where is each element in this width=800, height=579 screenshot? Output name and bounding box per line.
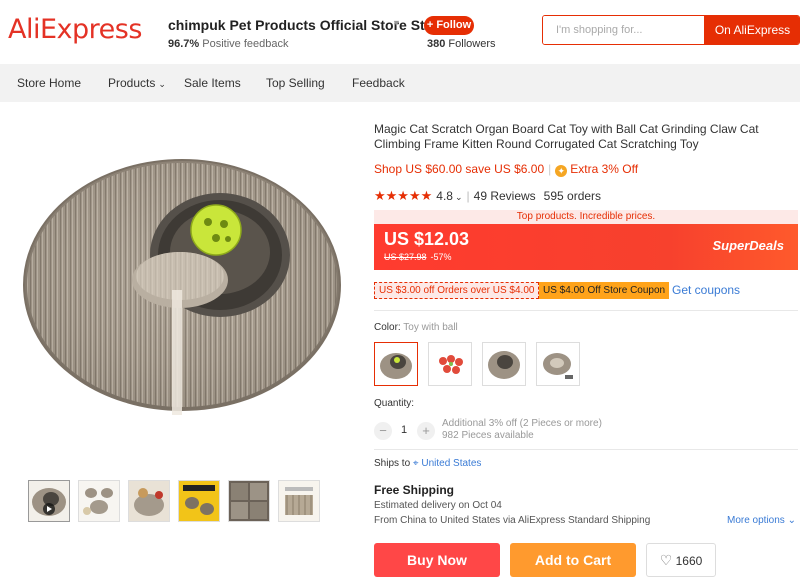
star-rating-icon: ★★★★★	[374, 188, 433, 203]
original-price: US $27.98 -57%	[384, 252, 452, 262]
chevron-down-icon[interactable]: ⌄	[455, 192, 463, 202]
coupon-store[interactable]: US $4.00 Off Store Coupon	[539, 282, 670, 299]
aliexpress-logo[interactable]: AliExpress	[8, 14, 142, 45]
search-button[interactable]: On AliExpress	[704, 16, 799, 44]
thumbnail-image-icon	[229, 481, 269, 521]
wishlist-button[interactable]: ♡ 1660	[646, 543, 716, 577]
get-coupons-link[interactable]: Get coupons	[672, 283, 740, 297]
thumbnail-image-icon	[79, 481, 119, 521]
color-value: Toy with ball	[403, 322, 458, 333]
feedback-percent: 96.7%	[168, 38, 200, 50]
promo-divider: |	[548, 162, 552, 176]
thumbnail-image-icon	[129, 481, 169, 521]
location-pin-icon: ⌖	[412, 458, 419, 469]
followers-count: 380 Followers	[427, 38, 496, 50]
store-nav: Store Home Products ⌄ Sale Items Top Sell…	[0, 64, 800, 102]
quantity-label: Quantity:	[374, 398, 415, 409]
thumbnail-5[interactable]	[228, 480, 270, 522]
discount-percent: -57%	[430, 252, 452, 262]
store-feedback: 96.7% Positive feedback	[168, 38, 288, 50]
price-banner: US $12.03 US $27.98 -57% SuperDeals	[374, 224, 798, 270]
thumbnail-3[interactable]	[128, 480, 170, 522]
video-thumbnail-icon	[32, 488, 66, 516]
quantity-value[interactable]: 1	[401, 424, 407, 436]
divider	[374, 449, 798, 450]
wishlist-count: 1660	[675, 554, 703, 568]
ships-to-label: Ships to	[374, 458, 411, 469]
thumbnail-video[interactable]	[28, 480, 70, 522]
promo-text: Shop US $60.00 save US $6.00	[374, 162, 545, 176]
orders-count: 595 orders	[543, 189, 602, 203]
quantity-additional-off: Additional 3% off (2 Pieces or more)	[442, 418, 602, 429]
superdeals-badge: SuperDeals	[712, 238, 784, 253]
estimated-delivery: Estimated delivery on Oct 04	[374, 500, 502, 511]
reviews-count[interactable]: 49 Reviews	[474, 189, 536, 203]
quantity-decrease-button[interactable]: −	[374, 422, 392, 440]
product-title: Magic Cat Scratch Organ Board Cat Toy wi…	[374, 122, 759, 151]
color-label: Color: Toy with ball	[374, 322, 458, 333]
store-promo[interactable]: Shop US $60.00 save US $6.00 | ✦ Extra 3% O…	[374, 162, 638, 177]
thumbnail-6[interactable]	[278, 480, 320, 522]
nav-item-products-label: Products	[108, 76, 156, 90]
nav-item-products[interactable]: Products ⌄	[108, 76, 166, 90]
follow-button[interactable]: + Follow	[424, 16, 474, 35]
rating-summary: ★★★★★ 4.8 ⌄ | 49 Reviews 595 orders	[374, 188, 601, 204]
deal-tagline: Top products. Incredible prices.	[374, 210, 798, 224]
chevron-down-icon: ⌄	[787, 515, 796, 526]
ships-to-location[interactable]: United States	[421, 458, 481, 469]
product-main-image[interactable]	[20, 140, 350, 430]
search-input[interactable]	[543, 16, 703, 44]
rating-value[interactable]: 4.8	[436, 189, 453, 203]
old-price: US $27.98	[384, 252, 427, 262]
swatch-image-icon	[488, 351, 520, 379]
nav-item-top-selling[interactable]: Top Selling	[266, 76, 325, 90]
followers-number: 380	[427, 38, 446, 50]
store-name[interactable]: chimpuk Pet Products Official Store Sto.…	[168, 17, 445, 33]
thumbnail-2[interactable]	[78, 480, 120, 522]
quantity-increase-button[interactable]: +	[417, 422, 435, 440]
thumbnail-4[interactable]	[178, 480, 220, 522]
site-header: AliExpress chimpuk Pet Products Official…	[0, 0, 800, 64]
nav-item-feedback[interactable]: Feedback	[352, 76, 405, 90]
current-price: US $12.03	[384, 229, 470, 249]
thumbnail-image-icon	[179, 481, 219, 521]
swatch-image-icon	[380, 353, 412, 379]
color-swatch-toy-with-ball[interactable]	[374, 342, 418, 386]
chevron-down-icon[interactable]: ▼	[392, 18, 401, 28]
swatch-image-icon	[543, 353, 573, 379]
add-to-cart-button[interactable]: Add to Cart	[510, 543, 636, 577]
pieces-available: 982 Pieces available	[442, 430, 534, 441]
search-bar: On AliExpress	[542, 15, 800, 45]
extra-off: Extra 3% Off	[570, 162, 639, 176]
coin-icon: ✦	[555, 165, 568, 177]
shipping-route: From China to United States via AliExpre…	[374, 515, 651, 526]
buy-now-button[interactable]: Buy Now	[374, 543, 500, 577]
followers-label: Followers	[448, 38, 496, 50]
divider	[374, 310, 798, 311]
chevron-down-icon: ⌄	[158, 79, 166, 89]
nav-item-sale-items[interactable]: Sale Items	[184, 76, 241, 90]
thumbnail-image-icon	[279, 481, 319, 521]
color-swatch-2[interactable]	[428, 342, 472, 386]
color-swatch-4[interactable]	[536, 342, 580, 386]
quantity-info: Additional 3% off (2 Pieces or more) 982 …	[442, 418, 602, 442]
ships-to: Ships to ⌖ United States	[374, 458, 481, 469]
color-swatch-3[interactable]	[482, 342, 526, 386]
feedback-label: Positive feedback	[202, 38, 289, 50]
rating-divider: |	[466, 189, 470, 203]
swatch-image-icon	[439, 355, 463, 374]
nav-item-store-home[interactable]: Store Home	[17, 76, 81, 90]
color-label-text: Color:	[374, 322, 401, 333]
shipping-title: Free Shipping	[374, 483, 455, 497]
more-options-label: More options	[727, 515, 785, 526]
more-options-link[interactable]: More options ⌄	[727, 515, 796, 526]
coupon-orders-over[interactable]: US $3.00 off Orders over US $4.00	[374, 282, 540, 299]
heart-icon: ♡	[659, 552, 673, 568]
